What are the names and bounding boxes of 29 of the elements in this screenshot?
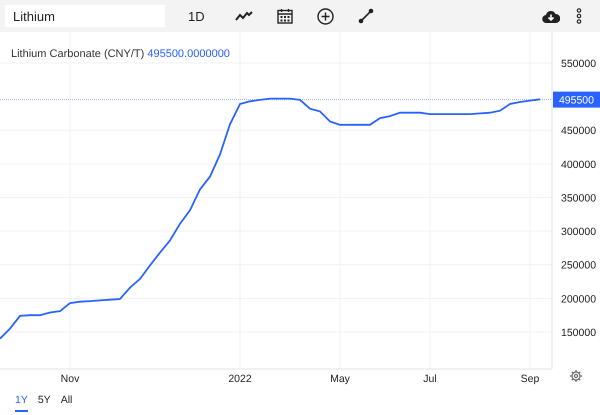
legend-label: Lithium Carbonate (CNY/T) <box>11 48 144 60</box>
y-axis-label: 150000 <box>561 327 596 339</box>
range-tab[interactable]: All <box>60 390 72 412</box>
y-axis-label: 400000 <box>561 158 596 171</box>
calendar-icon[interactable] <box>276 8 293 24</box>
x-axis-label: Nov <box>60 373 80 385</box>
y-axis-label: 350000 <box>561 192 596 204</box>
interval-button[interactable]: 1D <box>188 8 205 24</box>
legend-value: 495500.0000000 <box>147 48 230 60</box>
settings-icon[interactable] <box>569 369 583 383</box>
draw-line-icon[interactable] <box>358 8 374 24</box>
range-tab[interactable]: 1Y <box>15 390 28 412</box>
y-axis-label: 550000 <box>561 58 596 70</box>
x-axis-label: Sep <box>520 373 540 385</box>
x-axis-label: Jul <box>423 373 437 385</box>
line-chart-icon[interactable] <box>234 10 253 22</box>
x-axis-label: 2022 <box>228 373 252 385</box>
cloud-download-icon[interactable] <box>542 10 560 22</box>
price-tag: 495500 <box>553 92 600 108</box>
add-circle-icon[interactable] <box>316 8 334 24</box>
search-field[interactable]: Lithium <box>5 5 165 27</box>
x-axis-label: May <box>330 373 350 385</box>
y-axis-label: 200000 <box>561 293 596 306</box>
more-icon[interactable] <box>576 8 582 24</box>
y-axis-label: 300000 <box>561 226 596 238</box>
range-tab[interactable]: 5Y <box>38 390 51 412</box>
y-axis-label: 250000 <box>561 260 596 272</box>
ref-line-label: 495500 <box>558 94 594 107</box>
y-axis-label: 450000 <box>561 125 596 138</box>
